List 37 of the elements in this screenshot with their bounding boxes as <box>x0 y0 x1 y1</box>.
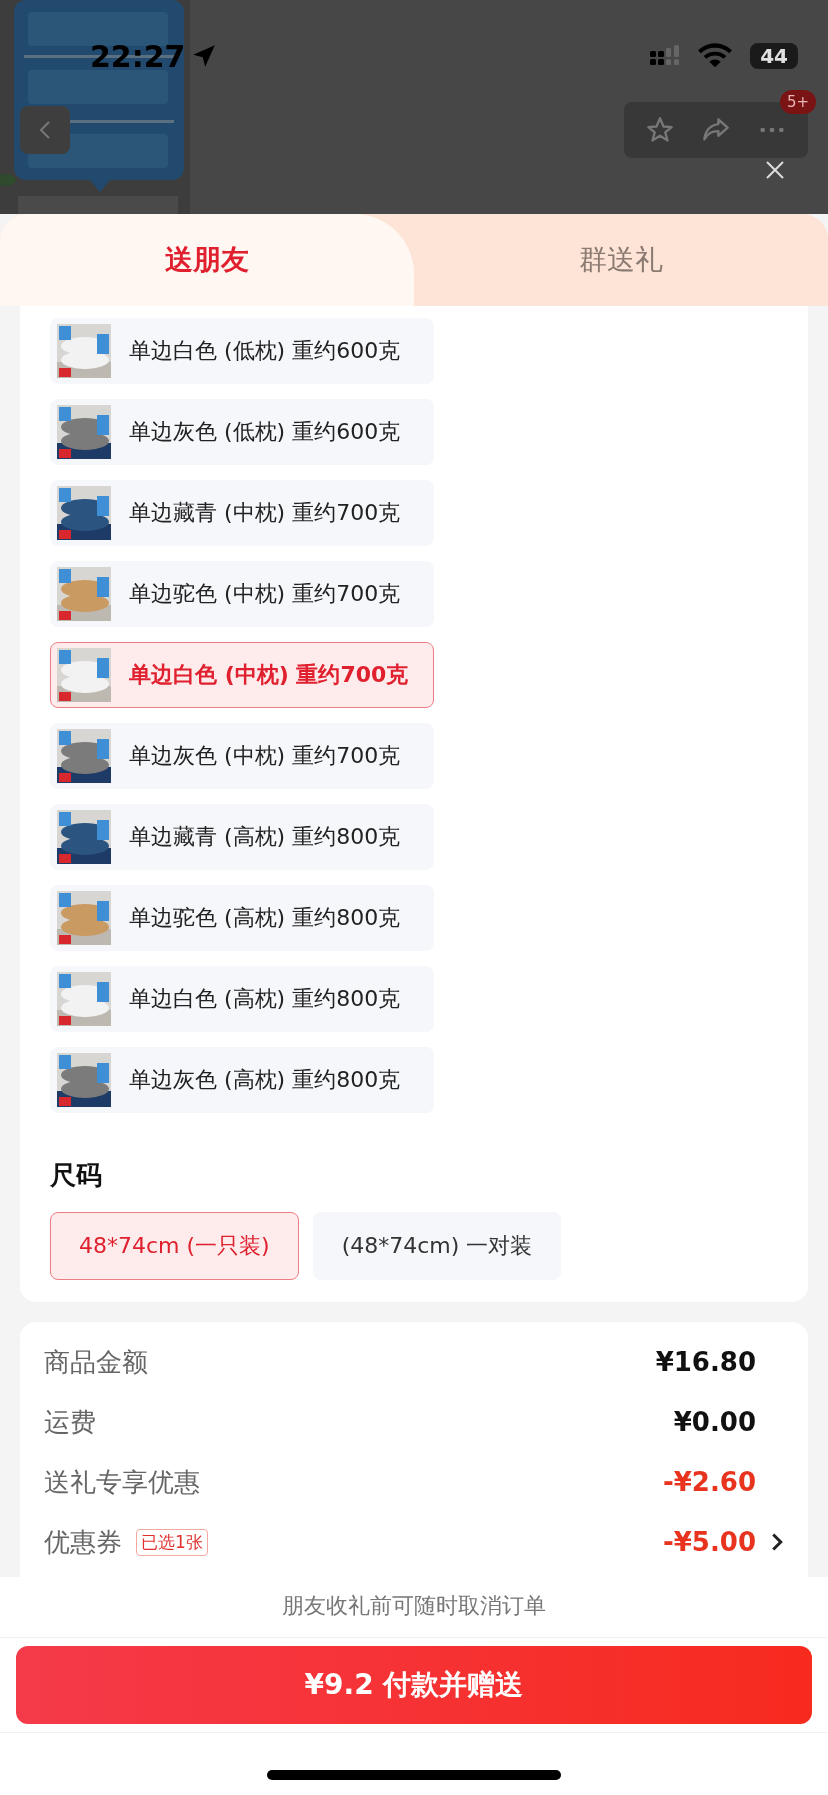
variant-option[interactable]: 单边灰色 (中枕) 重约700克 <box>50 723 434 789</box>
chevron-left-icon <box>39 120 51 140</box>
variant-option[interactable]: 单边驼色 (中枕) 重约700克 <box>50 561 434 627</box>
variant-option[interactable]: 单边灰色 (高枕) 重约800克 <box>50 1047 434 1113</box>
signal-icon <box>650 45 681 67</box>
section-title: 尺码 <box>50 1159 103 1192</box>
variant-option[interactable]: 单边白色 (高枕) 重约800克 <box>50 966 434 1032</box>
summary-value: -¥5.00 <box>662 1527 756 1557</box>
variant-option[interactable]: 单边灰色 (低枕) 重约600克 <box>50 399 434 465</box>
star-icon[interactable] <box>646 116 674 144</box>
variant-option[interactable]: 单边驼色 (高枕) 重约800克 <box>50 885 434 951</box>
tab[interactable]: 送朋友 <box>0 214 414 306</box>
summary-value: -¥2.60 <box>662 1467 756 1497</box>
size-option[interactable]: 48*74cm (一只装) <box>50 1212 299 1280</box>
summary-label: 商品金额 <box>44 1345 148 1379</box>
summary-label: 送礼专享优惠 <box>44 1465 200 1499</box>
summary-value: ¥16.80 <box>655 1347 756 1377</box>
chevron-right-icon[interactable] <box>770 1532 784 1552</box>
location-arrow-icon <box>191 44 216 68</box>
size-option[interactable]: (48*74cm) 一对装 <box>312 1212 562 1280</box>
variant-option[interactable]: 单边白色 (低枕) 重约600克 <box>50 318 434 384</box>
pay-button[interactable]: ¥9.2 付款并赠送 <box>16 1646 812 1724</box>
wifi-icon <box>698 43 733 69</box>
notice-text: 朋友收礼前可随时取消订单 <box>282 1592 546 1620</box>
variant-option[interactable]: 单边藏青 (中枕) 重约700克 <box>50 480 434 546</box>
summary-label: 优惠券 <box>44 1525 122 1559</box>
summary-value: ¥0.00 <box>673 1407 756 1437</box>
close-icon <box>765 160 785 180</box>
notification-badge: 5+ <box>779 90 816 114</box>
coupon-tag: 已选1张 <box>136 1528 208 1556</box>
summary-label: 运费 <box>44 1405 96 1439</box>
battery-indicator: 44 <box>750 43 798 69</box>
back-button[interactable] <box>20 106 70 154</box>
share-icon[interactable] <box>702 116 730 144</box>
variant-option[interactable]: 单边藏青 (高枕) 重约800克 <box>50 804 434 870</box>
status-time: 22:27 <box>90 38 186 74</box>
variant-option[interactable]: 单边白色 (中枕) 重约700克 <box>50 642 434 708</box>
